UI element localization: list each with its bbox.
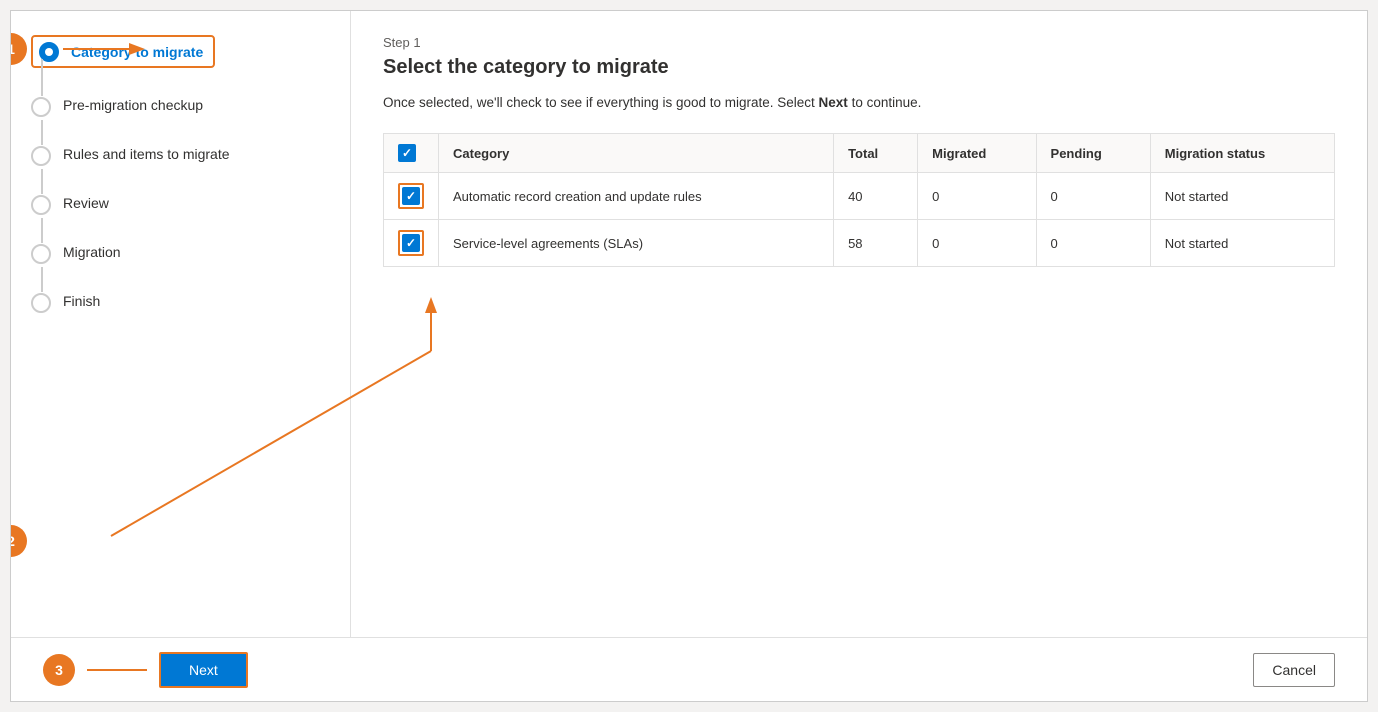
table-row: Automatic record creation and update rul…	[384, 173, 1335, 220]
step-circle-5	[31, 244, 51, 264]
col-header-category: Category	[439, 134, 834, 173]
row-checkbox-cell-1[interactable]	[384, 220, 439, 267]
table-row: Service-level agreements (SLAs)5800Not s…	[384, 220, 1335, 267]
row-checkbox-1[interactable]	[402, 234, 420, 252]
sidebar-item-review[interactable]: Review	[31, 194, 330, 243]
step-circle-4	[31, 195, 51, 215]
row-category-1: Service-level agreements (SLAs)	[439, 220, 834, 267]
sidebar-item-finish[interactable]: Finish	[31, 292, 330, 313]
table-header-checkbox[interactable]	[384, 134, 439, 173]
sidebar-step-3-label: Rules and items to migrate	[63, 145, 230, 162]
sidebar-step-4-label: Review	[63, 194, 109, 211]
step-title: Select the category to migrate	[383, 56, 1335, 79]
description-end: to continue.	[848, 95, 922, 110]
sidebar-item-migration[interactable]: Migration	[31, 243, 330, 292]
sidebar-step-5-label: Migration	[63, 243, 121, 260]
row-checkbox-0[interactable]	[402, 187, 420, 205]
checkbox-annotation-box-1	[398, 230, 424, 256]
row-checkbox-cell-0[interactable]	[384, 173, 439, 220]
sidebar-item-premigration[interactable]: Pre-migration checkup	[31, 96, 330, 145]
sidebar-item-category[interactable]: Category to migrate	[31, 35, 330, 96]
annotation-badge-3: 3	[43, 654, 75, 686]
row-pending-1: 0	[1036, 220, 1150, 267]
col-header-status: Migration status	[1150, 134, 1334, 173]
next-button[interactable]: Next	[159, 652, 248, 688]
sidebar: 1 Category to migrate Pre-migration chec…	[11, 11, 351, 637]
step-number: Step 1	[383, 35, 1335, 50]
description-bold: Next	[819, 95, 848, 110]
row-migrated-1: 0	[918, 220, 1036, 267]
annotation-badge-2: 2	[11, 525, 27, 557]
sidebar-step-1-label: Category to migrate	[71, 43, 203, 60]
row-total-0: 40	[834, 173, 918, 220]
col-header-total: Total	[834, 134, 918, 173]
right-panel: Step 1 Select the category to migrate On…	[351, 11, 1367, 637]
arrow-line-3	[87, 669, 147, 671]
row-migrated-0: 0	[918, 173, 1036, 220]
row-category-0: Automatic record creation and update rul…	[439, 173, 834, 220]
row-total-1: 58	[834, 220, 918, 267]
row-pending-0: 0	[1036, 173, 1150, 220]
category-table: Category Total Migrated Pending Migratio…	[383, 133, 1335, 267]
footer: 3 Next Cancel	[11, 637, 1367, 701]
row-status-0: Not started	[1150, 173, 1334, 220]
checkbox-annotation-box-0	[398, 183, 424, 209]
step-circle-6	[31, 293, 51, 313]
active-step-box: Category to migrate	[31, 35, 215, 68]
cancel-button[interactable]: Cancel	[1253, 653, 1335, 687]
row-status-1: Not started	[1150, 220, 1334, 267]
select-all-checkbox[interactable]	[398, 144, 416, 162]
sidebar-item-rules[interactable]: Rules and items to migrate	[31, 145, 330, 194]
description-plain: Once selected, we'll check to see if eve…	[383, 95, 819, 110]
step-description: Once selected, we'll check to see if eve…	[383, 93, 1335, 113]
sidebar-step-2-label: Pre-migration checkup	[63, 96, 203, 113]
sidebar-step-6-label: Finish	[63, 292, 100, 309]
annotation-badge-1: 1	[11, 33, 27, 65]
step-circle-3	[31, 146, 51, 166]
col-header-pending: Pending	[1036, 134, 1150, 173]
col-header-migrated: Migrated	[918, 134, 1036, 173]
step-circle-2	[31, 97, 51, 117]
